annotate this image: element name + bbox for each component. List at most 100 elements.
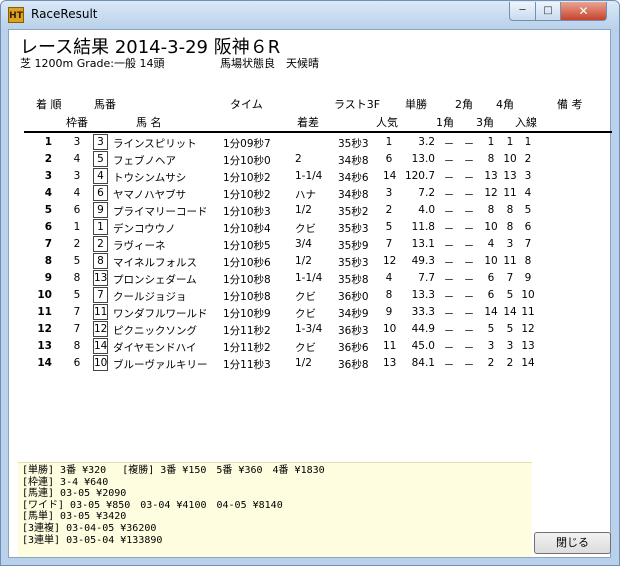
- win-odds: 7.7: [418, 272, 435, 284]
- payout-line: [単勝] 3番 ¥320 [複勝] 3番 ¥150 5番 ¥360 4番 ¥18…: [22, 465, 325, 476]
- corner-4: 3: [506, 340, 514, 352]
- header-nyusen: 入線: [515, 116, 537, 129]
- header-chakujun: 着 順: [36, 98, 62, 111]
- margin: クビ: [295, 342, 316, 354]
- table-row: 2 4 5 フェブノヘア 1分10秒0 2 34秒8 6 13.0 － － 8 10 2: [9, 151, 612, 168]
- last-3f: 35秒3: [338, 223, 369, 235]
- header-biko: 備 考: [557, 98, 583, 111]
- popularity: 1: [385, 136, 393, 148]
- app-icon: HT: [8, 7, 24, 23]
- finish-time: 1分10秒2: [223, 172, 271, 184]
- horse-number: 4: [93, 168, 108, 184]
- payout-line: [3連複] 03-04-05 ¥36200: [22, 522, 157, 534]
- corner-1: －: [443, 172, 455, 184]
- horse-name: フェブノヘア: [113, 155, 176, 167]
- corner-4: 3: [506, 238, 514, 250]
- last-3f: 36秒6: [338, 342, 369, 354]
- horse-number: 7: [93, 287, 108, 303]
- table-row: 12 7 12 ピクニックソング 1分11秒2 1-3/4 36秒3 10 44.9 － － 5 5 12: [9, 321, 612, 338]
- payout-line: [馬連] 03-05 ¥2090: [22, 488, 127, 500]
- finish-time: 1分10秒8: [223, 274, 271, 286]
- finish-line: 1: [524, 136, 532, 148]
- corner-2: －: [463, 291, 475, 303]
- win-odds: 84.1: [411, 357, 435, 369]
- header-corner-2: 2角: [455, 98, 473, 111]
- margin: 1/2: [295, 357, 312, 369]
- win-odds: 4.0: [418, 204, 435, 216]
- waku-number: 4: [73, 187, 81, 199]
- finish-order: 13: [37, 340, 52, 352]
- margin: 2: [295, 153, 302, 165]
- margin: 1-3/4: [295, 323, 323, 335]
- table-row: 10 5 7 クールジョジョ 1分10秒8 クビ 36秒0 8 13.3 －－ 6 5 10: [9, 287, 612, 304]
- corner-3: 5: [487, 323, 495, 335]
- corner-4: 14: [503, 306, 517, 318]
- corner-3: 6: [487, 289, 495, 301]
- horse-name: クールジョジョ: [113, 291, 187, 303]
- finish-time: 1分11秒3: [223, 359, 271, 371]
- margin: 1/2: [295, 255, 312, 267]
- waku-number: 4: [73, 153, 81, 165]
- finish-time: 1分10秒5: [223, 240, 271, 252]
- horse-name: ブルーヴァルキリー: [113, 359, 208, 371]
- table-row: 8 5 8 マイネルフォルス 1分10秒6 1/2 35秒3 12 49.3 －－ 10 11 8: [9, 253, 612, 270]
- finish-line: 10: [521, 289, 535, 301]
- win-odds: 45.0: [411, 340, 435, 352]
- client-area: レース結果 2014-3-29 阪神６R 芝 1200m Grade:一般 14…: [8, 29, 612, 558]
- popularity: 12: [383, 255, 397, 267]
- popularity: 2: [385, 204, 393, 216]
- corner-2: －: [463, 240, 475, 252]
- last-3f: 34秒8: [338, 189, 369, 201]
- popularity: 10: [383, 323, 397, 335]
- header-corner-4: 4角: [496, 98, 514, 111]
- finish-line: 6: [524, 221, 532, 233]
- win-odds: 49.3: [411, 255, 435, 267]
- finish-line: 14: [521, 357, 535, 369]
- horse-number: 9: [93, 202, 108, 218]
- popularity: 9: [385, 306, 393, 318]
- last-3f: 36秒0: [338, 291, 369, 303]
- horse-number: 3: [93, 134, 108, 150]
- corner-1: －: [443, 223, 455, 235]
- popularity: 13: [383, 357, 397, 369]
- race-info: 芝 1200m Grade:一般 14頭 馬場状態良 天候晴: [20, 55, 319, 71]
- corner-4: 1: [506, 136, 514, 148]
- finish-order: 8: [44, 255, 52, 267]
- corner-1: －: [443, 274, 455, 286]
- waku-number: 5: [73, 289, 81, 301]
- title-bar[interactable]: HT RaceResult ─ □ ✕: [1, 1, 619, 29]
- horse-name: ピクニックソング: [113, 325, 197, 337]
- finish-time: 1分10秒9: [223, 308, 271, 320]
- corner-1: －: [443, 189, 455, 201]
- win-odds: 120.7: [404, 170, 435, 182]
- maximize-icon[interactable]: □: [535, 2, 561, 21]
- win-odds: 13.0: [411, 153, 435, 165]
- finish-time: 1分10秒4: [223, 223, 271, 235]
- close-button[interactable]: 閉じる: [534, 532, 611, 554]
- corner-3: 3: [487, 340, 495, 352]
- close-icon[interactable]: ✕: [560, 2, 607, 21]
- corner-2: －: [463, 206, 475, 218]
- corner-2: －: [463, 308, 475, 320]
- last-3f: 34秒8: [338, 155, 369, 167]
- margin: 1-1/4: [295, 170, 323, 182]
- minimize-icon[interactable]: ─: [509, 2, 536, 21]
- horse-number: 5: [93, 151, 108, 167]
- finish-time: 1分11秒2: [223, 325, 271, 337]
- horse-number: 6: [93, 185, 108, 201]
- horse-number: 13: [93, 270, 108, 286]
- horse-name: ラヴィーネ: [113, 240, 166, 252]
- horse-name: マイネルフォルス: [113, 257, 197, 269]
- corner-2: －: [463, 172, 475, 184]
- last-3f: 34秒9: [338, 308, 369, 320]
- table-row: 7 2 2 ラヴィーネ 1分10秒5 3/4 35秒9 7 13.1 －－ 4 3 7: [9, 236, 612, 253]
- finish-time: 1分10秒0: [223, 155, 271, 167]
- finish-time: 1分10秒2: [223, 189, 271, 201]
- header-wakuban: 枠番: [66, 116, 88, 129]
- last-3f: 35秒3: [338, 138, 369, 150]
- finish-line: 11: [521, 306, 535, 318]
- popularity: 7: [385, 238, 393, 250]
- corner-2: －: [463, 359, 475, 371]
- header-corner-3: 3角: [476, 116, 494, 129]
- horse-name: デンコウウノ: [113, 223, 176, 235]
